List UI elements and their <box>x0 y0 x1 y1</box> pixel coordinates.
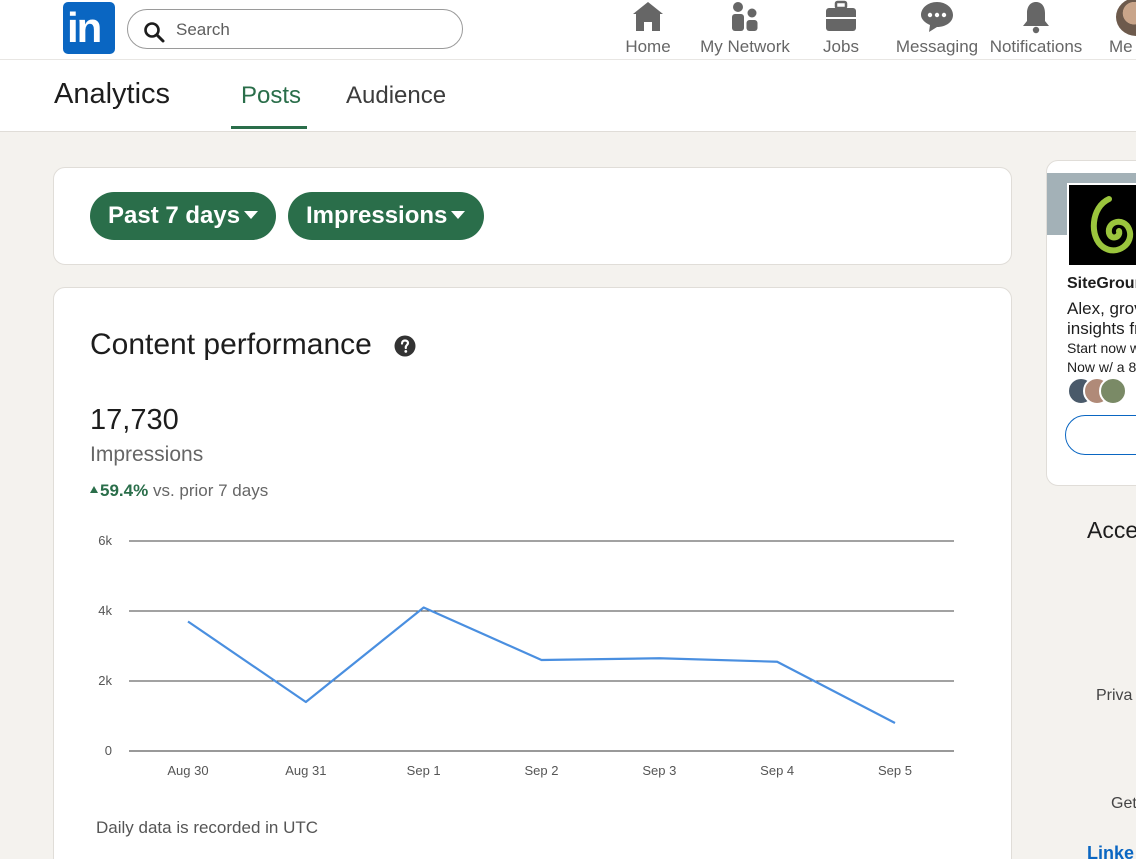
impressions-series-line <box>187 606 896 724</box>
ad-subtext-2: Now w/ a 8 <box>1067 359 1136 375</box>
trend-suffix: vs. prior 7 days <box>152 481 269 500</box>
nav-home[interactable]: Home <box>617 0 679 60</box>
ad-subtext-1: Start now w <box>1067 340 1136 356</box>
search-box[interactable] <box>127 9 463 49</box>
tab-posts[interactable]: Posts <box>241 82 301 110</box>
y-tick-label: 0 <box>105 743 112 758</box>
metric-label: Impressions <box>90 443 204 466</box>
nav-messaging-label: Messaging <box>895 37 979 56</box>
trend-up-icon <box>90 486 98 494</box>
trend-indicator: 59.4% vs. prior 7 days <box>90 481 268 501</box>
x-tick-label: Sep 3 <box>642 763 676 778</box>
ad-headline-line-2: insights fr <box>1067 319 1136 338</box>
ad-headline-line-1: Alex, grov <box>1067 299 1136 318</box>
y-tick-label: 2k <box>98 673 112 688</box>
nav-notifications-label: Notifications <box>989 37 1083 56</box>
rail-link-get[interactable]: Get <box>1111 795 1136 813</box>
siteground-swirl-icon <box>1090 196 1134 254</box>
x-tick-label: Sep 2 <box>525 763 559 778</box>
ad-card[interactable]: SiteGroun Alex, grov insights fr Start n… <box>1046 160 1136 486</box>
linkedin-logo[interactable]: in <box>63 2 115 54</box>
search-input[interactable] <box>176 18 446 42</box>
bell-icon <box>1023 2 1049 34</box>
x-tick-label: Aug 30 <box>167 763 208 778</box>
nav-my-network[interactable]: My Network <box>693 0 797 60</box>
nav-me-label: Me <box>1109 37 1133 56</box>
x-tick-label: Sep 5 <box>878 763 912 778</box>
nav-jobs-label: Jobs <box>823 37 859 56</box>
nav-my-network-label: My Network <box>700 37 790 56</box>
search-icon <box>144 22 165 43</box>
page-title: Analytics <box>54 78 171 110</box>
messaging-icon <box>921 2 953 32</box>
ad-company-name: SiteGroun <box>1067 275 1136 292</box>
metric-dropdown-label: Impressions <box>306 202 448 229</box>
x-tick-label: Aug 31 <box>285 763 326 778</box>
nav-jobs[interactable]: Jobs <box>812 0 870 60</box>
network-icon <box>732 2 758 31</box>
utc-footnote: Daily data is recorded in UTC <box>96 818 319 837</box>
caret-down-icon <box>451 210 466 219</box>
impressions-line-chart: 0 2k 4k 6k Aug 30 Aug 31 Sep 1 Sep 2 Sep 3 Sep 4 S… <box>98 533 954 778</box>
card-title: Content performance <box>90 328 372 361</box>
siteground-logo <box>1067 183 1136 267</box>
ad-cta-button[interactable] <box>1065 415 1136 455</box>
period-dropdown-label: Past 7 days <box>108 202 241 229</box>
logo-text: in <box>67 4 102 51</box>
home-icon <box>633 2 663 31</box>
ad-headline: Alex, grov insights fr <box>1067 299 1136 339</box>
active-tab-indicator <box>231 126 307 129</box>
x-tick-label: Sep 4 <box>760 763 794 778</box>
y-tick-label: 4k <box>98 603 112 618</box>
caret-down-icon <box>244 210 259 219</box>
content-performance-card: Content performance 17,730 Impressions 5… <box>53 287 1012 859</box>
metric-dropdown[interactable]: Impressions <box>288 192 484 240</box>
y-tick-label: 6k <box>98 533 112 548</box>
analytics-header: Analytics Posts Audience <box>0 60 1136 132</box>
filter-card: Past 7 days Impressions <box>53 167 1012 265</box>
avatar <box>1099 377 1127 405</box>
rail-heading: Acce <box>1087 517 1136 543</box>
trend-percent: 59.4% <box>100 481 149 500</box>
period-dropdown[interactable]: Past 7 days <box>90 192 276 240</box>
tab-audience[interactable]: Audience <box>346 82 446 110</box>
x-tick-label: Sep 1 <box>407 763 441 778</box>
briefcase-icon <box>826 0 856 31</box>
top-nav: in Home My Network Jobs <box>0 0 1136 60</box>
help-icon[interactable] <box>394 335 416 357</box>
nav-messaging[interactable]: Messaging <box>893 0 981 60</box>
nav-home-label: Home <box>625 37 671 56</box>
impressions-total: 17,730 <box>90 404 179 436</box>
rail-linkedin-brand: Linke <box>1087 843 1135 859</box>
rail-link-privacy[interactable]: Priva <box>1096 687 1132 705</box>
nav-notifications[interactable]: Notifications <box>985 0 1087 60</box>
